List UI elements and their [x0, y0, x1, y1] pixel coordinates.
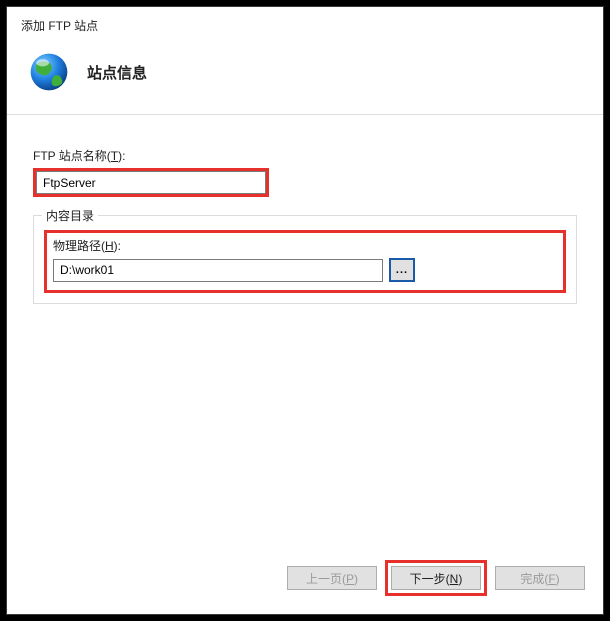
physical-path-label-prefix: 物理路径(	[53, 239, 105, 253]
header: 站点信息	[7, 42, 603, 115]
physical-path-hotkey: H	[105, 239, 114, 253]
physical-path-label-suffix: ):	[114, 239, 121, 253]
site-name-label-suffix: ):	[118, 149, 125, 163]
site-name-label: FTP 站点名称(T):	[33, 147, 577, 164]
browse-button[interactable]: ...	[389, 258, 415, 282]
physical-path-row: ...	[53, 258, 557, 282]
site-name-field-row: FTP 站点名称(T):	[33, 147, 577, 197]
page-title: 站点信息	[87, 62, 147, 83]
content: FTP 站点名称(T): 内容目录 物理路径(H): ...	[7, 115, 603, 548]
site-name-label-prefix: FTP 站点名称(	[33, 149, 111, 163]
site-name-input[interactable]	[36, 171, 266, 194]
site-name-highlight	[33, 168, 269, 197]
dialog-body: 添加 FTP 站点 站点信息	[7, 7, 603, 614]
next-button-highlight: 下一步(N)	[385, 560, 487, 596]
physical-path-label: 物理路径(H):	[53, 237, 557, 254]
footer: 上一页(P) 下一步(N) 完成(F)	[7, 548, 603, 614]
prev-button: 上一页(P)	[287, 566, 377, 590]
dialog-window: 添加 FTP 站点 站点信息	[6, 6, 604, 615]
globe-icon	[27, 50, 71, 94]
content-directory-group-title: 内容目录	[42, 207, 98, 224]
content-directory-group: 内容目录 物理路径(H): ...	[33, 215, 577, 304]
physical-path-input[interactable]	[53, 259, 383, 282]
finish-button: 完成(F)	[495, 566, 585, 590]
physical-path-highlight: 物理路径(H): ...	[44, 230, 566, 293]
next-button[interactable]: 下一步(N)	[391, 566, 481, 590]
window-title: 添加 FTP 站点	[7, 7, 603, 42]
